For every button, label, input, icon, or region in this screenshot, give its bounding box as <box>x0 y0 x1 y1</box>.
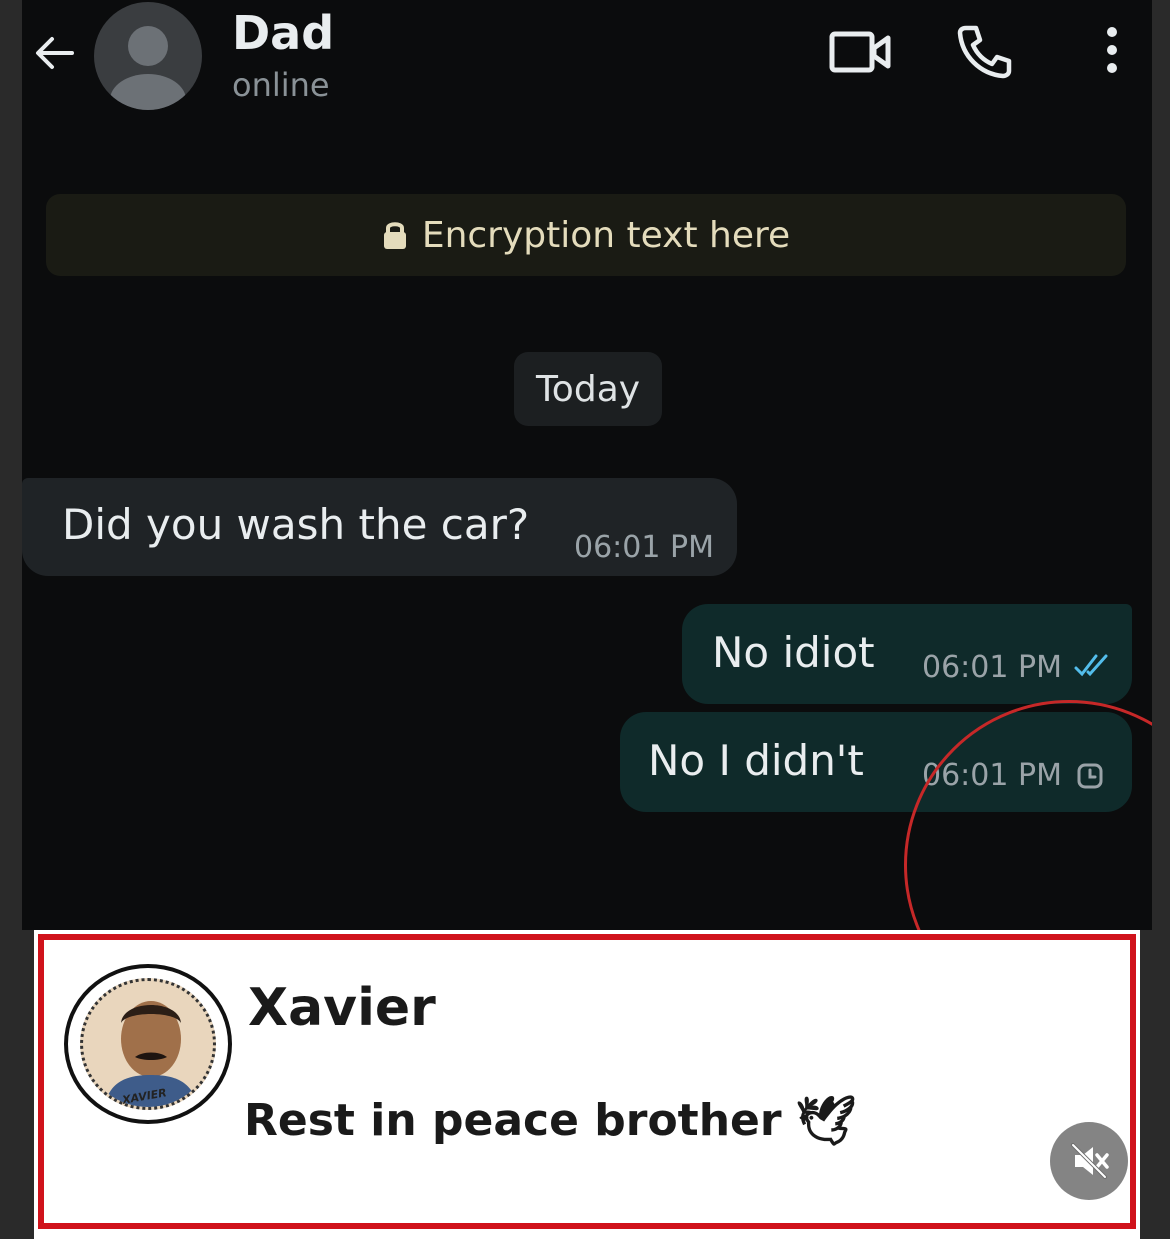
encryption-text: Encryption text here <box>421 214 791 256</box>
comment-text-row: Rest in peace brother 🕊 <box>244 1092 857 1149</box>
mute-button[interactable] <box>1050 1122 1128 1200</box>
back-arrow-icon[interactable] <box>30 28 80 78</box>
incoming-message[interactable]: Did you wash the car? 06:01 PM <box>22 478 737 576</box>
message-time: 06:01 PM <box>574 530 714 565</box>
video-call-icon[interactable] <box>828 22 892 86</box>
lock-icon <box>383 222 406 249</box>
contact-name[interactable]: Dad <box>232 6 334 60</box>
video-frame: Dad online Encryption text here Today Di… <box>0 0 1170 1239</box>
contact-avatar[interactable] <box>94 2 202 110</box>
comment-text: Rest in peace brother <box>244 1095 782 1146</box>
message-text: No I didn't <box>648 736 864 785</box>
voice-call-icon[interactable] <box>952 22 1016 86</box>
commenter-avatar[interactable]: XAVIER <box>64 964 232 1124</box>
message-text: No idiot <box>712 628 875 677</box>
date-chip: Today <box>514 352 662 426</box>
message-text: Did you wash the car? <box>62 500 530 549</box>
encryption-banner[interactable]: Encryption text here <box>46 194 1126 276</box>
dove-emoji-icon: 🕊 <box>795 1093 857 1149</box>
commenter-name[interactable]: Xavier <box>248 978 436 1038</box>
more-options-icon[interactable] <box>1094 22 1130 86</box>
message-time: 06:01 PM <box>922 650 1062 685</box>
read-ticks-icon <box>1072 652 1114 684</box>
contact-status: online <box>232 66 330 104</box>
default-avatar-icon <box>110 26 186 110</box>
outgoing-message[interactable]: No idiot 06:01 PM <box>682 604 1132 704</box>
chat-screen: Dad online Encryption text here Today Di… <box>22 0 1152 930</box>
muted-speaker-icon <box>1071 1143 1109 1179</box>
